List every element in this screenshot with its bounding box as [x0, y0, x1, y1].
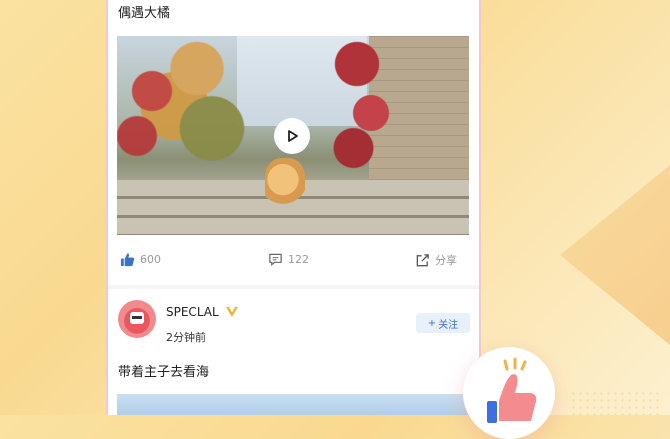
like-button[interactable]: 600 [120, 252, 161, 267]
video-leaves-left [117, 36, 257, 181]
phone-screen: 偶遇大橘 600 122 分享 SPECLAL 2分钟前 + 关注 带着主子去看… [106, 0, 481, 415]
follow-button[interactable]: + 关注 [416, 313, 470, 333]
avatar[interactable] [118, 300, 156, 338]
background-dots [570, 390, 660, 415]
play-icon [288, 130, 298, 142]
comment-icon [269, 253, 282, 266]
post-divider [108, 285, 479, 289]
share-icon [416, 253, 429, 266]
post-image[interactable] [117, 394, 469, 415]
verified-v-icon [225, 307, 238, 317]
follow-label: 关注 [438, 319, 459, 331]
comment-button[interactable]: 122 [268, 252, 309, 267]
like-floating-button[interactable] [463, 347, 555, 439]
like-count: 600 [140, 253, 161, 266]
comment-count: 122 [288, 253, 309, 266]
like-hand-icon [487, 357, 537, 423]
video-leaves-right [329, 36, 399, 176]
play-button[interactable] [274, 118, 310, 154]
post-actions: 600 122 分享 [118, 252, 468, 272]
thumb-up-icon [120, 253, 135, 267]
avatar-face [130, 312, 144, 324]
plus-icon: + [427, 317, 437, 329]
share-button[interactable]: 分享 [415, 252, 457, 268]
video-thumbnail[interactable] [117, 36, 469, 235]
background-shape [560, 165, 670, 345]
post-title: 偶遇大橘 [118, 6, 171, 21]
author-name[interactable]: SPECLAL [166, 305, 219, 319]
post-text: 带着主子去看海 [118, 365, 210, 380]
video-cat [265, 158, 305, 206]
post-time: 2分钟前 [166, 331, 206, 344]
author-name-row: SPECLAL [166, 305, 239, 319]
share-label: 分享 [435, 254, 457, 267]
